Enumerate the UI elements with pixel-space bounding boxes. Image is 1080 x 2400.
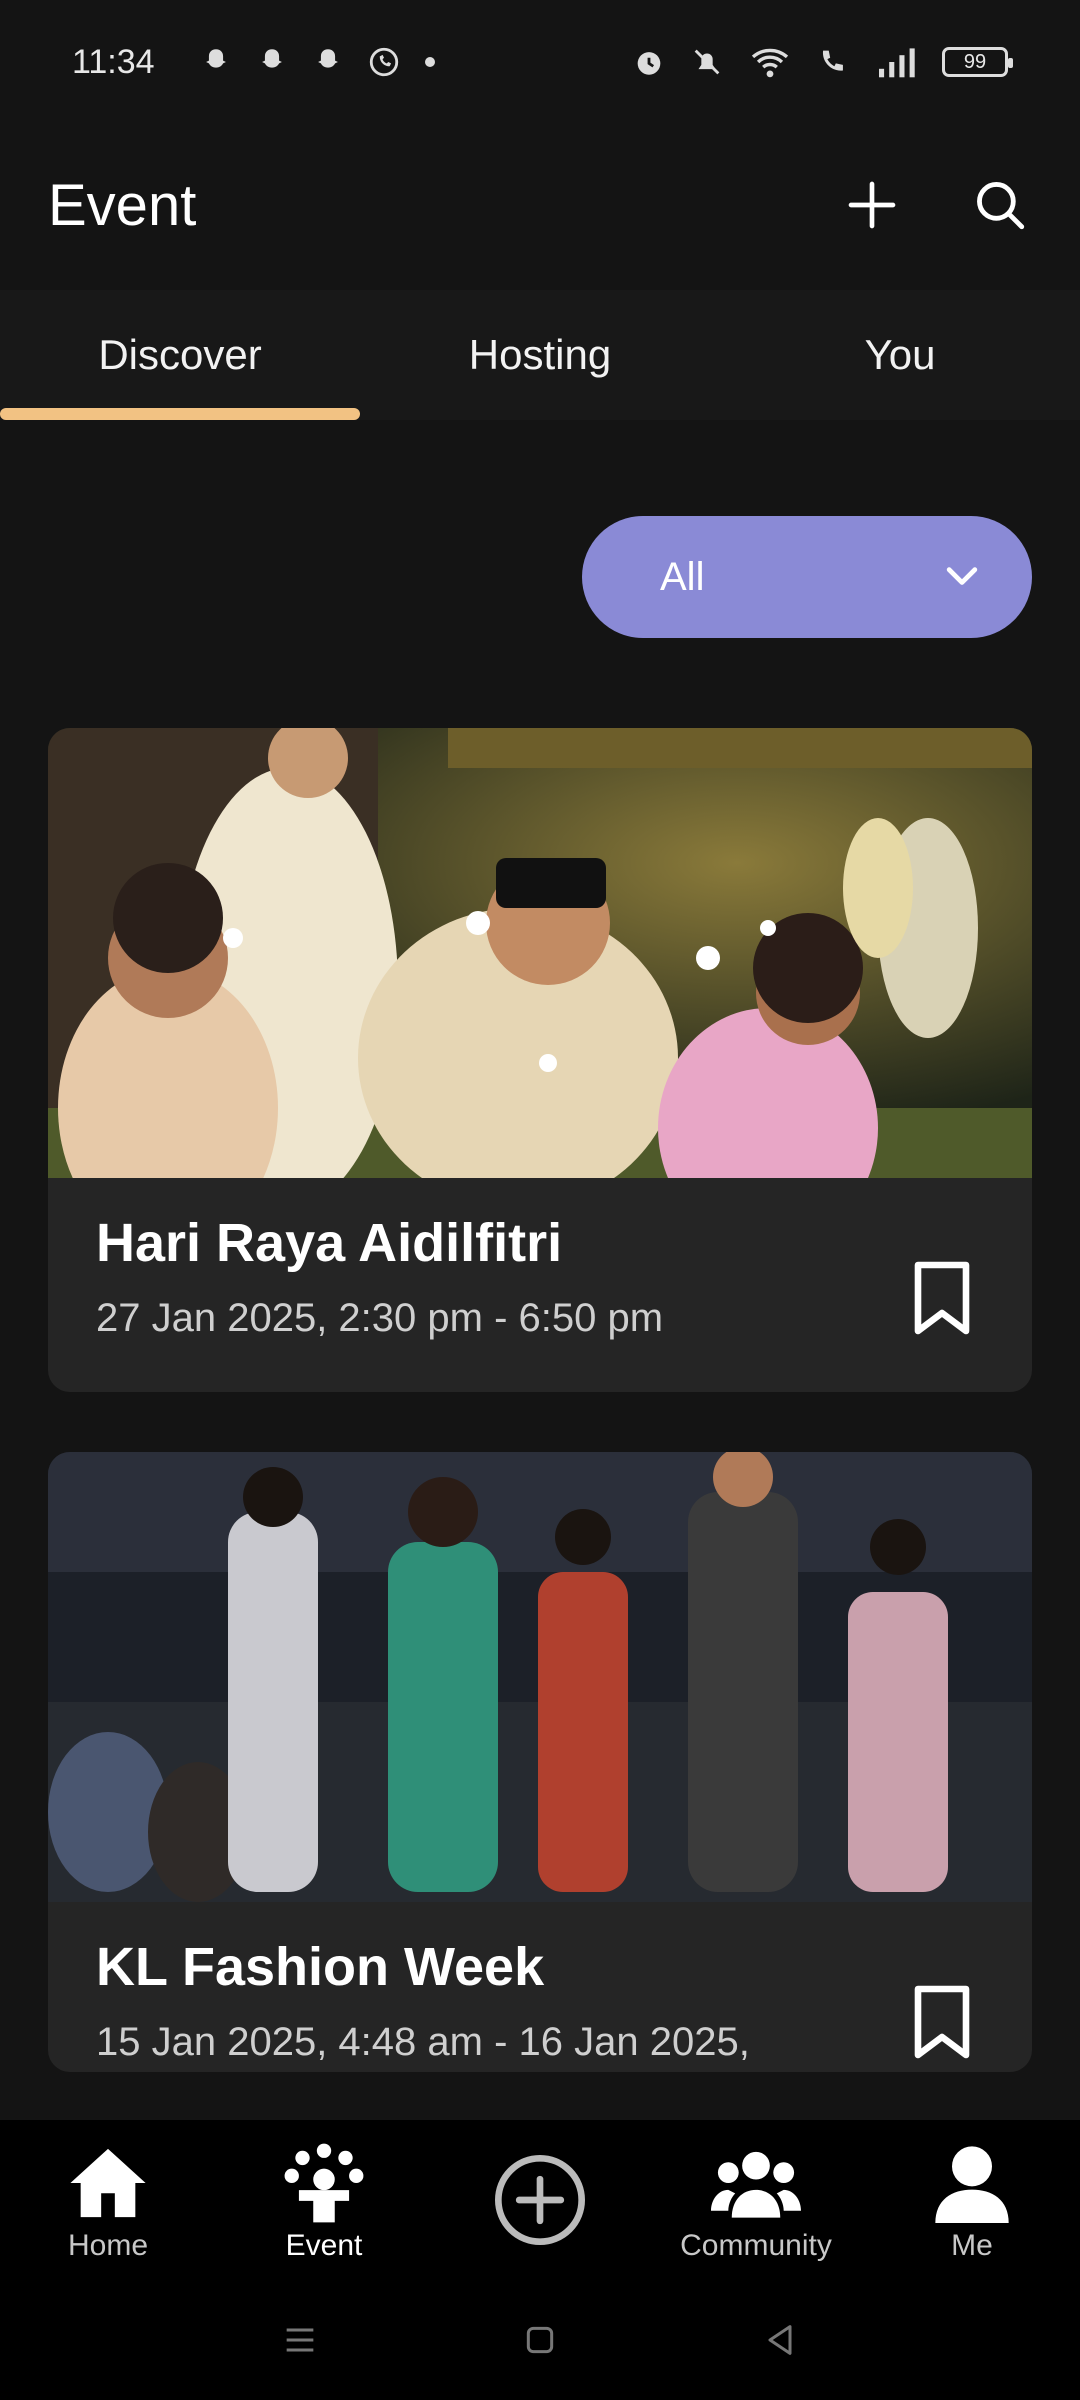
nav-label: Community: [680, 2229, 832, 2262]
alarm-icon: [637, 52, 661, 75]
snapchat-icon: [205, 49, 226, 68]
event-image: [48, 1452, 1032, 1902]
event-date: 27 Jan 2025, 2:30 pm - 6:50 pm: [96, 1296, 664, 1340]
event-icon: [284, 2143, 364, 2223]
status-time: 11:34: [72, 42, 155, 81]
add-icon: [848, 181, 896, 229]
page-title: Event: [48, 172, 197, 238]
header-actions: [840, 173, 1032, 237]
tab-discover[interactable]: Discover: [0, 290, 360, 420]
nav-create[interactable]: [432, 2120, 648, 2280]
bookmark-icon[interactable]: [912, 1982, 972, 2062]
event-date: 15 Jan 2025, 4:48 am - 16 Jan 2025,: [96, 2020, 750, 2064]
tab-you[interactable]: You: [720, 290, 1080, 420]
search-button[interactable]: [968, 173, 1032, 237]
system-nav-bar: [0, 2280, 1080, 2400]
chevron-down-icon: [946, 567, 978, 585]
snapchat-icon: [261, 49, 282, 68]
nav-me[interactable]: Me: [864, 2120, 1080, 2280]
home-square-icon[interactable]: [520, 2320, 560, 2360]
event-info: KL Fashion Week 15 Jan 2025, 4:48 am - 1…: [48, 1902, 1032, 2065]
event-info: Hari Raya Aidilfitri 27 Jan 2025, 2:30 p…: [48, 1178, 1032, 1341]
status-bar: 11:34 99: [0, 0, 1080, 124]
nav-label: Event: [285, 2229, 363, 2262]
tab-label: You: [864, 331, 936, 378]
app-header: Event: [0, 140, 1080, 270]
event-photo: [48, 1452, 1032, 1902]
event-card[interactable]: KL Fashion Week 15 Jan 2025, 4:48 am - 1…: [48, 1452, 1032, 2072]
search-icon: [977, 182, 1025, 230]
nav-label: Me: [951, 2229, 993, 2262]
system-icons: 99: [632, 45, 1013, 79]
tab-label: Hosting: [468, 331, 612, 378]
event-screen: 11:34 99 Event Discover Hosting You All …: [0, 0, 1080, 2400]
whatsapp-icon: [369, 47, 398, 77]
wifi-icon: [751, 48, 789, 78]
community-icon: [711, 2151, 801, 2218]
battery-level: 99: [963, 50, 987, 73]
bookmark-icon[interactable]: [912, 1258, 972, 1338]
home-icon: [70, 2148, 146, 2218]
event-card[interactable]: Hari Raya Aidilfitri 27 Jan 2025, 2:30 p…: [48, 728, 1032, 1392]
event-image: [48, 728, 1032, 1178]
call-icon: [822, 50, 843, 71]
add-circle-icon: [495, 2155, 585, 2245]
menu-icon[interactable]: [280, 2320, 320, 2360]
mute-icon: [694, 49, 720, 75]
dot-icon: [424, 57, 435, 67]
tab-hosting[interactable]: Hosting: [360, 290, 720, 420]
event-title: Hari Raya Aidilfitri: [96, 1213, 563, 1273]
filter-dropdown[interactable]: All: [582, 516, 1032, 638]
add-event-button[interactable]: [840, 173, 904, 237]
signal-icon: [879, 48, 915, 78]
battery-icon: 99: [942, 47, 1013, 77]
nav-home[interactable]: Home: [0, 2120, 216, 2280]
nav-community[interactable]: Community: [648, 2120, 864, 2280]
filter-value: All: [660, 554, 705, 599]
nav-label: Home: [67, 2229, 149, 2262]
back-icon[interactable]: [760, 2320, 800, 2360]
bottom-nav: Home Event Community Me: [0, 2120, 1080, 2280]
tab-label: Discover: [98, 331, 262, 378]
notification-icons: [199, 45, 437, 79]
snapchat-icon: [317, 49, 338, 68]
event-tabs: Discover Hosting You: [0, 290, 1080, 420]
nav-event[interactable]: Event: [216, 2120, 432, 2280]
event-photo: [48, 728, 1032, 1178]
event-title: KL Fashion Week: [96, 1937, 545, 1997]
profile-icon: [935, 2146, 1009, 2223]
